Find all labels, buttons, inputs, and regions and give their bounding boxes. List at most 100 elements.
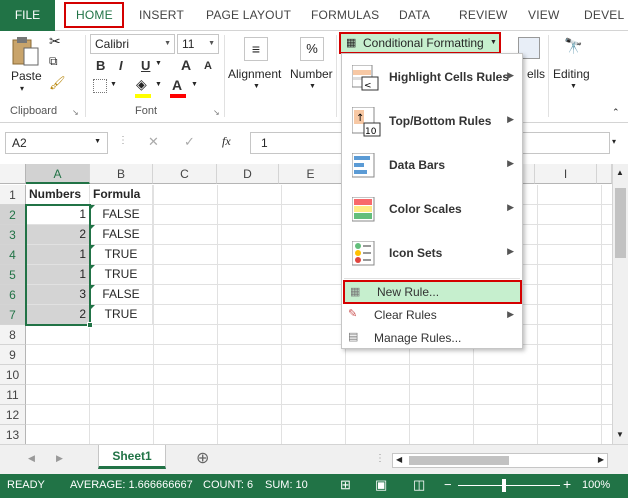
sheet-tab-sheet1[interactable]: Sheet1 — [98, 445, 166, 469]
page-break-view-icon[interactable]: ◫ — [413, 477, 425, 493]
scroll-right-icon[interactable]: ▶ — [598, 455, 604, 464]
zoom-in-icon[interactable]: + — [563, 476, 571, 492]
bold-button[interactable]: B — [96, 58, 105, 73]
tab-formulas[interactable]: FORMULAS — [311, 8, 379, 22]
zoom-level[interactable]: 100% — [582, 479, 610, 491]
scroll-left-icon[interactable]: ◀ — [396, 455, 402, 464]
scroll-up-icon[interactable]: ▲ — [616, 168, 624, 177]
tab-view[interactable]: VIEW — [528, 8, 559, 22]
expand-formula-bar-icon[interactable]: ▾ — [612, 137, 616, 146]
grow-font-button[interactable]: A — [181, 57, 191, 73]
chevron-down-icon[interactable]: ▼ — [110, 81, 117, 88]
scroll-thumb[interactable] — [615, 188, 626, 258]
chevron-down-icon[interactable]: ▼ — [155, 81, 162, 88]
tab-developer[interactable]: DEVEL — [584, 8, 624, 22]
alignment-icon[interactable]: ≡ — [244, 37, 268, 61]
column-header-i[interactable]: I — [535, 164, 597, 184]
number-button[interactable]: Number — [290, 67, 333, 81]
chevron-down-icon[interactable]: ▾ — [20, 84, 24, 93]
tab-data[interactable]: DATA — [399, 8, 430, 22]
underline-button[interactable]: U — [141, 58, 150, 73]
menu-item-color-scales[interactable]: Color Scales ▶ — [342, 188, 522, 232]
fill-color-icon[interactable]: ◈ — [136, 76, 147, 93]
select-all-button[interactable] — [0, 164, 26, 184]
column-header-d[interactable]: D — [217, 164, 279, 184]
enter-icon[interactable]: ✓ — [184, 134, 195, 150]
previous-sheet-icon[interactable]: ◀ — [28, 453, 35, 464]
column-header-j[interactable] — [597, 164, 612, 184]
cell-b4[interactable]: TRUE — [90, 245, 153, 265]
menu-item-top-bottom-rules[interactable]: ↑ 10 Top/Bottom Rules ▶ — [342, 100, 522, 144]
name-box[interactable]: A2 ▼ — [5, 132, 108, 154]
chevron-down-icon[interactable]: ▼ — [309, 83, 316, 90]
font-color-icon[interactable]: A — [172, 77, 182, 93]
format-painter-icon[interactable]: 🖌 — [49, 75, 66, 91]
cell-a1[interactable]: Numbers — [26, 185, 90, 205]
dialog-launcher-icon[interactable]: ↘ — [213, 108, 220, 117]
tab-home[interactable]: HOME — [76, 8, 113, 22]
chevron-down-icon[interactable]: ▼ — [570, 83, 577, 90]
column-header-c[interactable]: C — [153, 164, 217, 184]
font-size-select[interactable]: 11 ▼ — [177, 34, 219, 54]
collapse-ribbon-icon[interactable]: ⌃ — [612, 107, 620, 118]
zoom-out-icon[interactable]: − — [444, 477, 452, 492]
next-sheet-icon[interactable]: ▶ — [56, 453, 63, 464]
cells-button[interactable]: ells — [527, 67, 545, 81]
alignment-button[interactable]: Alignment — [228, 67, 281, 81]
cell-b3[interactable]: FALSE — [90, 225, 153, 245]
binoculars-icon[interactable]: 🔭 — [564, 37, 583, 55]
row-header[interactable]: 1 — [0, 185, 26, 205]
horizontal-scrollbar[interactable]: ◀ ▶ — [392, 453, 608, 468]
vertical-scrollbar[interactable]: ▲ ▼ — [612, 164, 628, 444]
row-header[interactable]: 3 — [0, 225, 26, 245]
zoom-slider-thumb[interactable] — [502, 479, 506, 492]
cell-b6[interactable]: FALSE — [90, 285, 153, 305]
zoom-slider-track[interactable] — [458, 485, 560, 486]
cell-b5[interactable]: TRUE — [90, 265, 153, 285]
page-layout-view-icon[interactable]: ▣ — [375, 477, 387, 493]
percent-icon[interactable]: % — [300, 37, 324, 61]
menu-item-highlight-cells-rules[interactable]: < Highlight Cells Rules ▶ — [342, 56, 522, 100]
column-header-e[interactable]: E — [279, 164, 343, 184]
scroll-down-icon[interactable]: ▼ — [616, 430, 624, 439]
cell-b1[interactable]: Formula — [90, 185, 153, 205]
row-header[interactable]: 8 — [0, 325, 26, 345]
column-header-a[interactable]: A — [26, 164, 90, 184]
add-sheet-icon[interactable]: ⊕ — [196, 448, 209, 468]
shrink-font-button[interactable]: A — [204, 60, 212, 72]
row-header[interactable]: 5 — [0, 265, 26, 285]
row-header[interactable]: 13 — [0, 425, 26, 445]
row-header[interactable]: 11 — [0, 385, 26, 405]
menu-item-new-rule[interactable]: ▦ New Rule... — [343, 280, 522, 304]
menu-item-icon-sets[interactable]: Icon Sets ▶ — [342, 232, 522, 276]
copy-icon[interactable]: ⧉ — [49, 54, 58, 69]
tab-page-layout[interactable]: PAGE LAYOUT — [206, 8, 291, 22]
cut-icon[interactable]: ✂ — [49, 33, 61, 50]
chevron-down-icon[interactable]: ▼ — [155, 60, 162, 67]
tab-file[interactable]: FILE — [0, 0, 55, 31]
tab-review[interactable]: REVIEW — [459, 8, 508, 22]
tab-insert[interactable]: INSERT — [139, 8, 184, 22]
column-header-b[interactable]: B — [90, 164, 153, 184]
row-header[interactable]: 7 — [0, 305, 26, 325]
normal-view-icon[interactable]: ⊞ — [340, 477, 351, 493]
chevron-down-icon[interactable]: ▼ — [191, 81, 198, 88]
menu-item-clear-rules[interactable]: ✎ Clear Rules ▶ — [342, 304, 522, 327]
scroll-thumb[interactable] — [409, 456, 509, 465]
menu-item-manage-rules[interactable]: ▤ Manage Rules... — [342, 327, 522, 350]
insert-function-icon[interactable]: fx — [222, 134, 231, 149]
row-header[interactable]: 4 — [0, 245, 26, 265]
font-name-select[interactable]: Calibri ▼ — [90, 34, 175, 54]
editing-button[interactable]: Editing — [553, 67, 590, 81]
cell-b2[interactable]: FALSE — [90, 205, 153, 225]
paste-button[interactable] — [10, 35, 42, 66]
row-header[interactable]: 9 — [0, 345, 26, 365]
row-header[interactable]: 2 — [0, 205, 26, 225]
chevron-down-icon[interactable]: ▼ — [253, 83, 260, 90]
row-header[interactable]: 10 — [0, 365, 26, 385]
fill-handle[interactable] — [87, 322, 93, 328]
conditional-formatting-button[interactable]: ▦ Conditional Formatting ▼ — [339, 32, 501, 54]
row-header[interactable]: 6 — [0, 285, 26, 305]
italic-button[interactable]: I — [119, 58, 123, 73]
row-header[interactable]: 12 — [0, 405, 26, 425]
